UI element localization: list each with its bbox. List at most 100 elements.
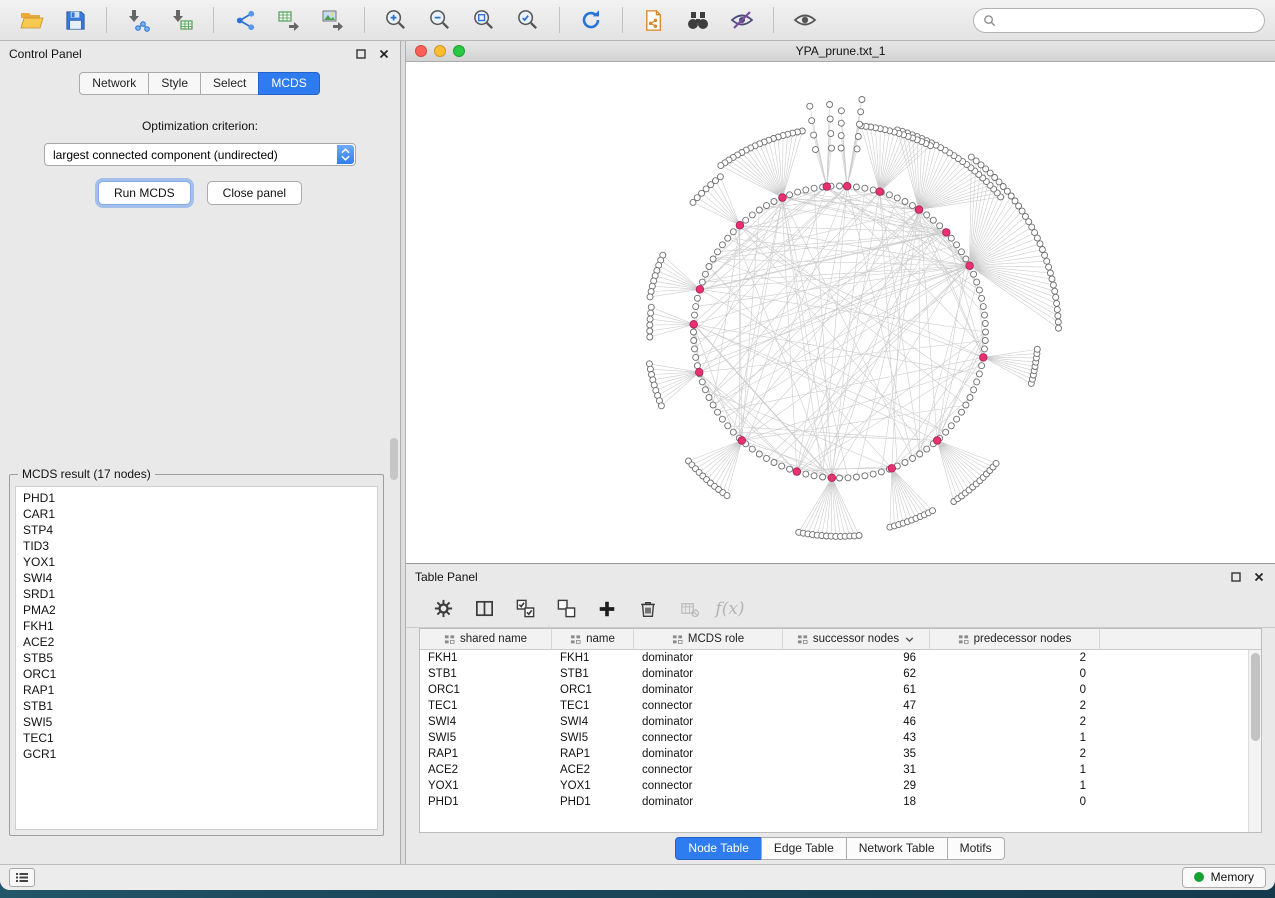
deselect-all-button[interactable] (553, 596, 579, 622)
table-row[interactable]: SWI5SWI5connector431 (420, 730, 1261, 746)
tab-select[interactable]: Select (200, 72, 259, 95)
control-panel-scrollbar[interactable] (390, 438, 398, 480)
column-header-predecessor-nodes[interactable]: predecessor nodes (930, 629, 1100, 649)
tab-network-table[interactable]: Network Table (846, 837, 948, 860)
import-network-button[interactable] (117, 3, 159, 37)
table-row[interactable]: RAP1RAP1dominator352 (420, 746, 1261, 762)
zoom-out-button[interactable] (419, 3, 461, 37)
table-settings-button[interactable] (430, 596, 456, 622)
table-row[interactable]: TEC1TEC1connector472 (420, 698, 1261, 714)
table-row[interactable]: YOX1YOX1connector291 (420, 778, 1261, 794)
result-item[interactable]: ORC1 (23, 666, 370, 682)
add-column-button[interactable] (594, 596, 620, 622)
show-hide-panel-button[interactable] (784, 3, 826, 37)
save-session-button[interactable] (54, 3, 96, 37)
result-item[interactable]: STP4 (23, 522, 370, 538)
refresh-icon (578, 7, 604, 33)
close-table-panel-button[interactable] (1252, 570, 1266, 584)
network-canvas[interactable] (406, 62, 1275, 563)
close-window-icon[interactable] (415, 45, 427, 57)
network-window-title: YPA_prune.txt_1 (796, 44, 886, 58)
table-cell: 61 (783, 684, 930, 696)
result-item[interactable]: FKH1 (23, 618, 370, 634)
result-item[interactable]: SRD1 (23, 586, 370, 602)
table-row[interactable]: STB1STB1dominator620 (420, 666, 1261, 682)
column-header-name[interactable]: name (552, 629, 634, 649)
refresh-view-button[interactable] (570, 3, 612, 37)
table-row[interactable]: ACE2ACE2connector311 (420, 762, 1261, 778)
float-panel-button[interactable] (354, 47, 368, 61)
table-cell: connector (634, 700, 783, 712)
tab-motifs[interactable]: Motifs (947, 837, 1005, 860)
result-item[interactable]: YOX1 (23, 554, 370, 570)
tab-network[interactable]: Network (79, 72, 149, 95)
table-cell: connector (634, 780, 783, 792)
delete-column-button[interactable] (635, 596, 661, 622)
table-panel: Table Panel (406, 564, 1275, 864)
close-panel-button[interactable] (377, 47, 391, 61)
column-header-shared-name[interactable]: shared name (420, 629, 552, 649)
table-scrollbar[interactable] (1248, 650, 1261, 832)
table-cell: 62 (783, 668, 930, 680)
open-session-button[interactable] (10, 3, 52, 37)
result-item[interactable]: TEC1 (23, 730, 370, 746)
table-cell: 18 (783, 796, 930, 808)
table-cell: connector (634, 764, 783, 776)
network-window-titlebar[interactable]: YPA_prune.txt_1 (406, 41, 1275, 62)
tab-style[interactable]: Style (148, 72, 201, 95)
run-mcds-button[interactable]: Run MCDS (98, 181, 191, 205)
result-item[interactable]: SWI5 (23, 714, 370, 730)
result-item[interactable]: PMA2 (23, 602, 370, 618)
application-window: Control Panel NetworkStyleSelectMCDS Opt… (0, 0, 1275, 890)
columns-icon (474, 598, 495, 619)
result-item[interactable]: RAP1 (23, 682, 370, 698)
tab-edge-table[interactable]: Edge Table (761, 837, 847, 860)
column-header-successor-nodes[interactable]: successor nodes (783, 629, 930, 649)
select-all-button[interactable] (512, 596, 538, 622)
tab-mcds[interactable]: MCDS (258, 72, 319, 95)
minimize-window-icon[interactable] (434, 45, 446, 57)
result-item[interactable]: TID3 (23, 538, 370, 554)
status-menu-button[interactable] (9, 868, 35, 887)
result-item[interactable]: SWI4 (23, 570, 370, 586)
export-table-icon (276, 7, 302, 33)
tab-node-table[interactable]: Node Table (675, 837, 762, 860)
control-panel-title: Control Panel (9, 47, 82, 61)
import-table-button[interactable] (161, 3, 203, 37)
close-panel-action-button[interactable]: Close panel (207, 181, 302, 205)
export-network-button[interactable] (224, 3, 266, 37)
table-scrollbar-thumb[interactable] (1251, 653, 1260, 741)
share-document-button[interactable] (633, 3, 675, 37)
find-neighbors-button[interactable] (677, 3, 719, 37)
column-header-MCDS-role[interactable]: MCDS role (634, 629, 783, 649)
float-table-panel-button[interactable] (1229, 570, 1243, 584)
table-cell: TEC1 (420, 700, 552, 712)
zoom-fit-button[interactable] (463, 3, 505, 37)
criterion-select[interactable]: largest connected component (undirected) (44, 143, 356, 166)
table-cell: FKH1 (552, 652, 634, 664)
memory-button[interactable]: Memory (1182, 867, 1266, 888)
result-item[interactable]: GCR1 (23, 746, 370, 762)
table-cell: STB1 (420, 668, 552, 680)
search-field[interactable] (973, 8, 1265, 33)
table-row[interactable]: ORC1ORC1dominator610 (420, 682, 1261, 698)
result-item[interactable]: PHD1 (23, 490, 370, 506)
show-columns-button[interactable] (471, 596, 497, 622)
result-item[interactable]: STB5 (23, 650, 370, 666)
result-item[interactable]: CAR1 (23, 506, 370, 522)
trash-icon (638, 599, 658, 619)
graphics-details-button[interactable] (721, 3, 763, 37)
table-cell: ACE2 (552, 764, 634, 776)
result-item[interactable]: ACE2 (23, 634, 370, 650)
maximize-window-icon[interactable] (453, 45, 465, 57)
export-table-button[interactable] (268, 3, 310, 37)
table-row[interactable]: SWI4SWI4dominator462 (420, 714, 1261, 730)
search-input[interactable] (1002, 13, 1255, 27)
table-row[interactable]: FKH1FKH1dominator962 (420, 650, 1261, 666)
zoom-in-button[interactable] (375, 3, 417, 37)
table-row[interactable]: PHD1PHD1dominator180 (420, 794, 1261, 810)
zoom-selected-button[interactable] (507, 3, 549, 37)
export-network-icon (233, 8, 258, 33)
export-image-button[interactable] (312, 3, 354, 37)
result-item[interactable]: STB1 (23, 698, 370, 714)
